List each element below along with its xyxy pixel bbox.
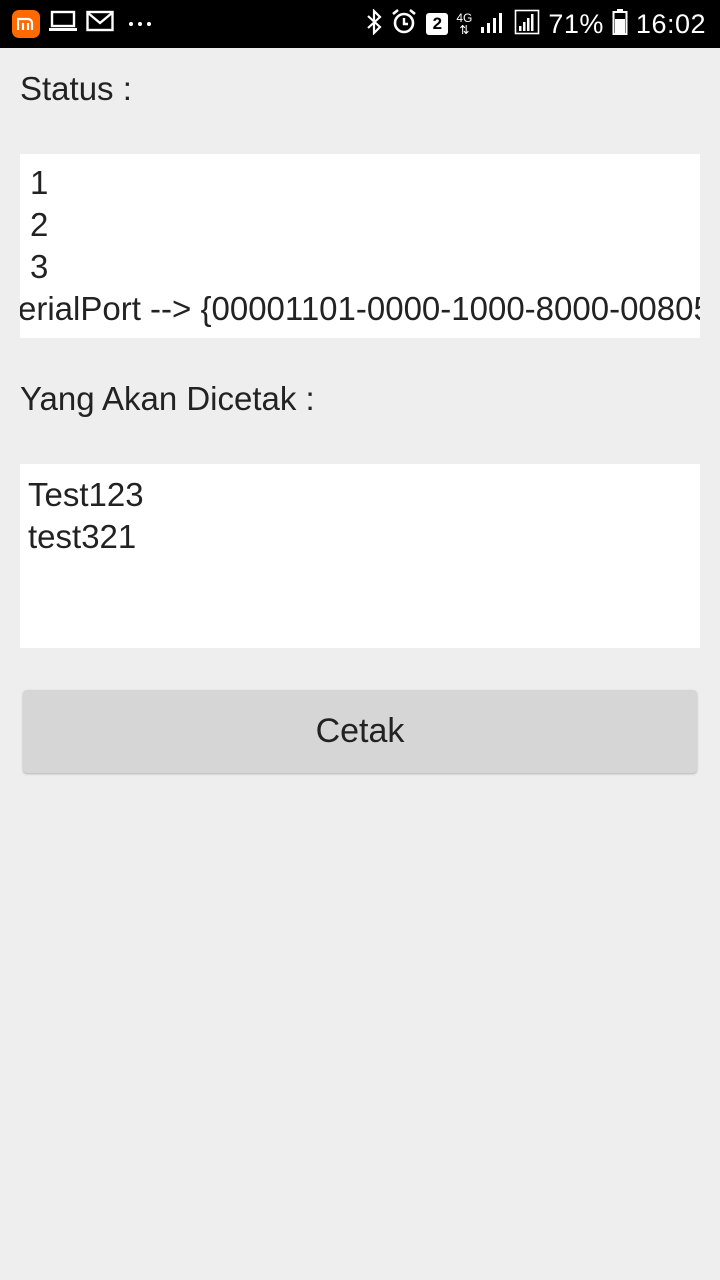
bluetooth-icon: [366, 7, 382, 40]
laptop-icon: [48, 9, 78, 38]
alarm-icon: [390, 8, 418, 41]
print-text-area[interactable]: Test123 test321: [20, 464, 700, 648]
print-label: Yang Akan Dicetak :: [20, 380, 315, 417]
status-line: 3: [30, 248, 49, 285]
signal-icon: [514, 9, 540, 40]
mi-icon: [12, 9, 40, 38]
status-lines: 1 2 3 SerialPort --> {00001101-0000-1000…: [20, 162, 700, 330]
battery-percent: 71%: [548, 8, 604, 39]
print-line: test321: [28, 518, 137, 555]
sim-badge: 2: [426, 13, 449, 35]
status-text-area[interactable]: 1 2 3 SerialPort --> {00001101-0000-1000…: [20, 154, 700, 338]
signal-icon: [480, 9, 506, 40]
more-dots-icon: [126, 15, 156, 33]
notification-icons: [12, 9, 156, 38]
print-line: Test123: [28, 476, 144, 513]
print-button[interactable]: Cetak: [23, 690, 697, 773]
clock: 16:02: [635, 8, 706, 39]
status-line: SerialPort --> {00001101-0000-1000-8000-…: [20, 290, 700, 327]
status-line: 1: [30, 164, 49, 201]
status-label: Status :: [20, 70, 132, 107]
battery-icon: [612, 8, 628, 41]
network-type-label: 4G ⇅: [456, 11, 473, 37]
mail-icon: [86, 10, 114, 37]
system-icons: 2 4G ⇅ 71% 16:02: [366, 0, 706, 48]
status-bar: 2 4G ⇅ 71% 16:02: [0, 0, 720, 48]
status-line: 2: [30, 206, 49, 243]
